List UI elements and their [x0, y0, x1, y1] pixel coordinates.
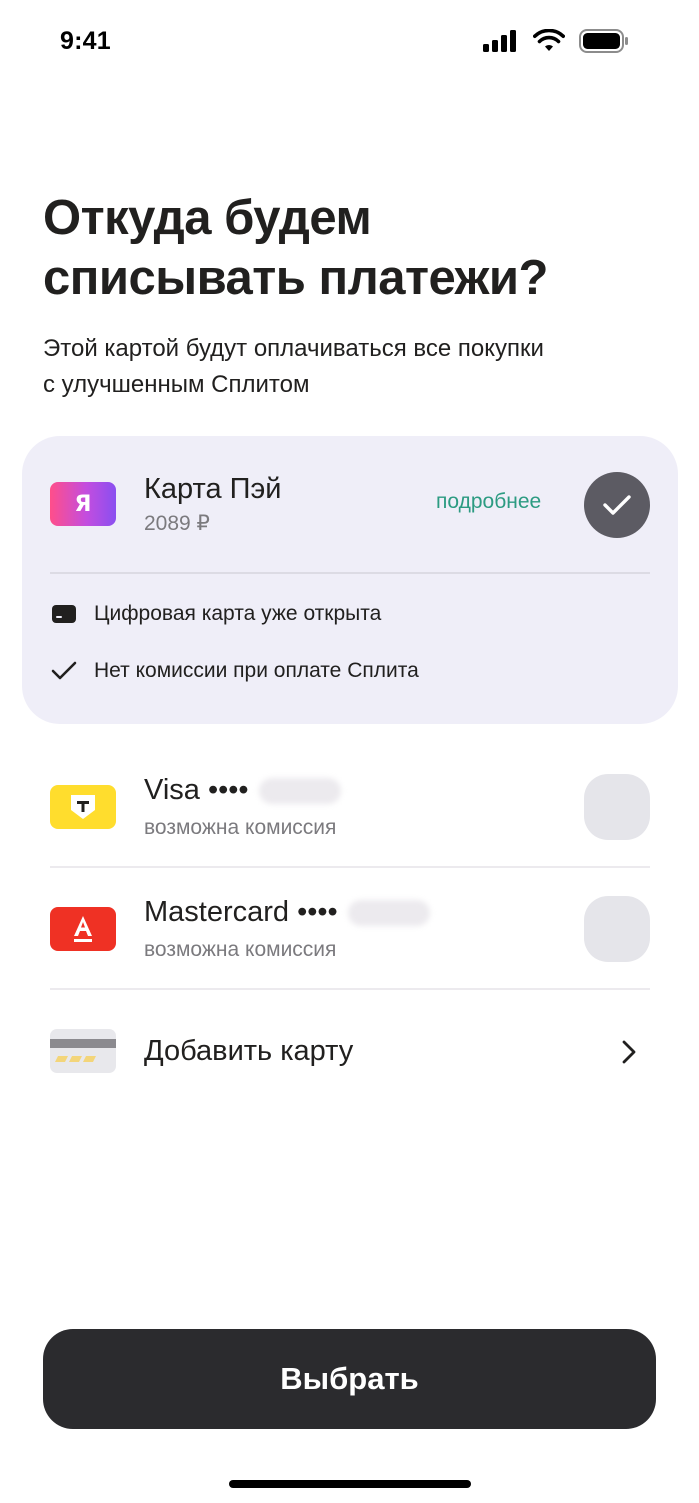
card-option-visa[interactable]: Visa •••• возможна комиссия: [0, 760, 699, 866]
card-name-text: Visa ••••: [144, 774, 249, 806]
page-subtitle: Этой картой будут оплачиваться все покуп…: [43, 331, 683, 403]
select-button[interactable]: Выбрать: [43, 1329, 656, 1429]
card-name: Карта Пэй: [144, 473, 282, 505]
home-indicator: [229, 1480, 471, 1488]
tinkoff-logo-icon: [50, 785, 116, 829]
page-title-line-2: списывать платежи?: [43, 251, 548, 305]
card-icon: [50, 604, 78, 624]
selected-radio[interactable]: [584, 472, 650, 538]
cellular-icon: [483, 30, 516, 52]
card-note: возможна комиссия: [144, 938, 337, 961]
page-subtitle-line-2: с улучшенным Сплитом: [43, 371, 310, 398]
add-card-icon: [50, 1029, 116, 1073]
feature-text: Нет комиссии при оплате Сплита: [94, 659, 419, 682]
add-card-label: Добавить карту: [144, 1035, 354, 1067]
phone-screen: 9:41 Откуда будем списывать платежи? Это…: [0, 0, 699, 1503]
alfa-logo-icon: [50, 907, 116, 951]
page-title: Откуда будем списывать платежи?: [43, 188, 663, 308]
feature-no-commission: Нет комиссии при оплате Сплита: [50, 659, 419, 683]
status-time: 9:41: [60, 27, 111, 55]
card-option-mastercard[interactable]: Mastercard •••• возможна комиссия: [0, 882, 699, 988]
page-title-line-1: Откуда будем: [43, 191, 372, 245]
select-radio[interactable]: [584, 774, 650, 840]
card-name-text: Mastercard ••••: [144, 896, 338, 928]
select-radio[interactable]: [584, 896, 650, 962]
list-divider: [50, 988, 650, 990]
chevron-right-icon: [622, 1040, 636, 1064]
yandex-pay-logo-icon: Я: [50, 482, 116, 526]
card-note: возможна комиссия: [144, 816, 337, 839]
add-card-row[interactable]: Добавить карту: [0, 1004, 699, 1098]
card-name: Visa ••••: [144, 773, 341, 807]
battery-icon: [579, 29, 628, 53]
selected-card-option[interactable]: Я Карта Пэй 2089 ₽ подробнее Цифровая ка…: [22, 436, 678, 724]
page-subtitle-line-1: Этой картой будут оплачиваться все покуп…: [43, 335, 544, 362]
feature-digital-card: Цифровая карта уже открыта: [50, 602, 381, 626]
feature-text: Цифровая карта уже открыта: [94, 602, 382, 625]
list-divider: [50, 866, 650, 868]
check-icon: [50, 660, 78, 682]
masked-card-number: [258, 778, 341, 805]
card-name: Mastercard ••••: [144, 895, 430, 929]
check-icon: [603, 495, 631, 515]
yandex-pay-logo-letter: Я: [74, 491, 92, 517]
wifi-icon: [533, 29, 565, 51]
card-divider: [50, 572, 650, 574]
status-icons: [483, 27, 629, 55]
card-balance: 2089 ₽: [144, 512, 210, 535]
more-details-link[interactable]: подробнее: [436, 490, 541, 514]
masked-card-number: [347, 900, 430, 927]
